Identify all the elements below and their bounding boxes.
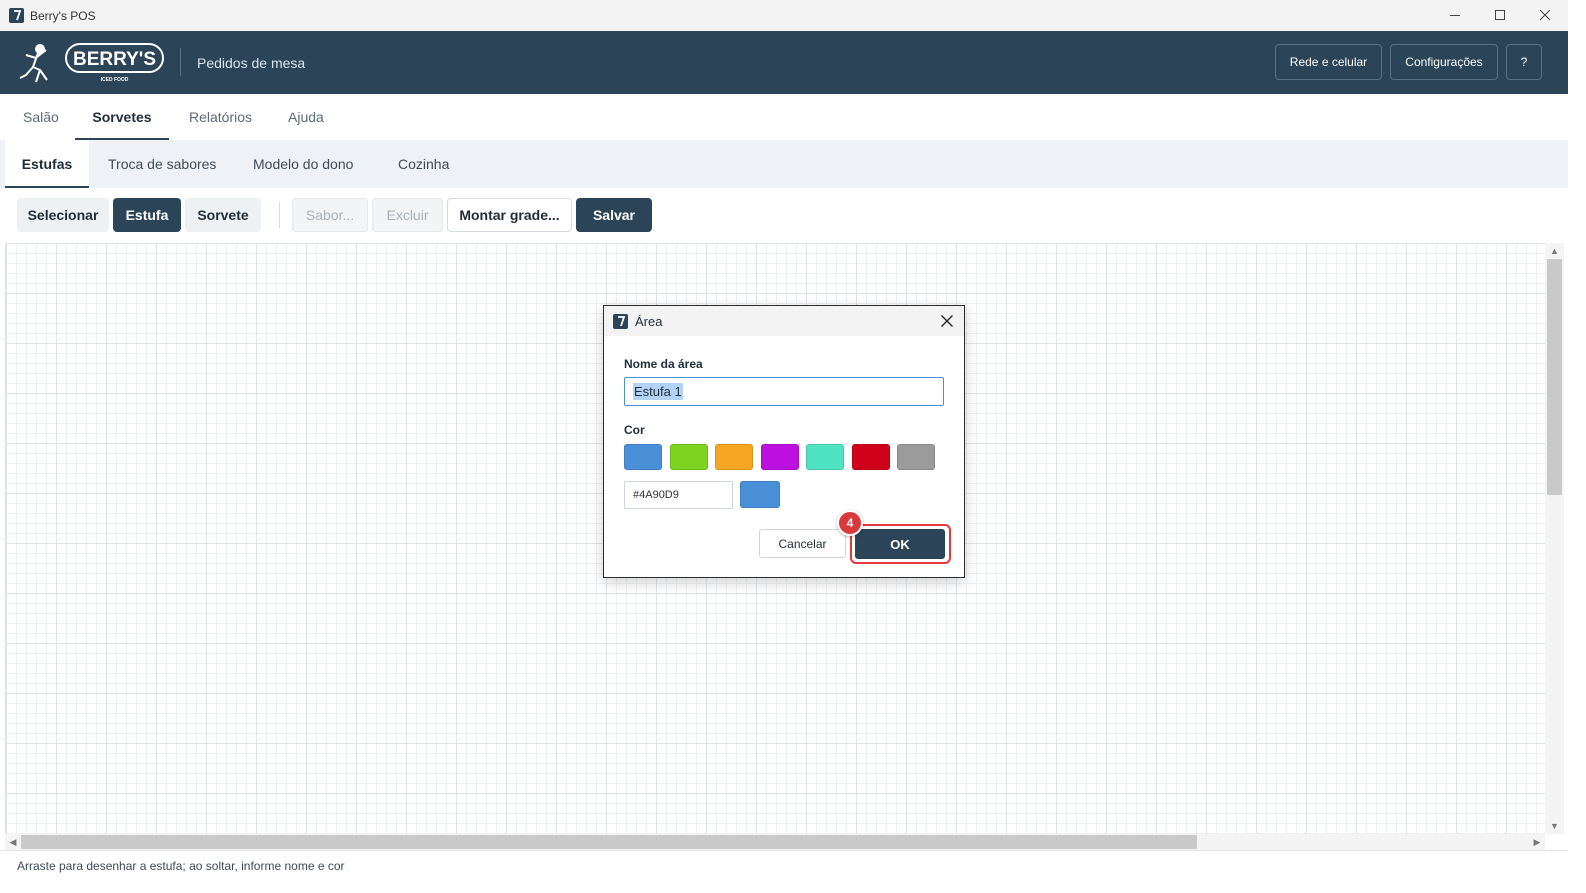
sabor-button[interactable]: Sabor... <box>292 198 368 232</box>
tab-sorvetes[interactable]: Sorvetes <box>75 94 169 140</box>
header-subtitle: Pedidos de mesa <box>197 55 306 71</box>
app-header: BERRY'S ICED FOOD Pedidos de mesa Rede e… <box>0 31 1568 94</box>
color-label: Cor <box>624 423 645 437</box>
color-swatch-green[interactable] <box>670 444 708 470</box>
main-tabs: Salão Sorvetes Relatórios Ajuda <box>0 94 1568 140</box>
close-icon[interactable] <box>1523 0 1568 31</box>
color-preview-swatch[interactable] <box>740 481 780 508</box>
ok-button[interactable]: OK <box>855 529 945 559</box>
minimize-icon[interactable] <box>1433 0 1478 31</box>
network-button[interactable]: Rede e celular <box>1275 44 1382 80</box>
step-badge: 4 <box>837 510 863 536</box>
berrys-logo: BERRY'S ICED FOOD <box>16 40 166 86</box>
color-swatch-teal[interactable] <box>806 444 844 470</box>
color-swatch-red[interactable] <box>852 444 890 470</box>
color-swatch-orange[interactable] <box>715 444 753 470</box>
subtab-troca-de-sabores[interactable]: Troca de sabores <box>108 140 216 188</box>
logo-wordmark: BERRY'S <box>73 49 156 70</box>
select-tool-button[interactable]: Selecionar <box>17 198 109 232</box>
scroll-right-icon[interactable]: ▶ <box>1529 834 1545 850</box>
settings-button[interactable]: Configurações <box>1390 44 1498 80</box>
color-swatch-blue[interactable] <box>624 444 662 470</box>
subtab-estufas[interactable]: Estufas <box>5 140 89 188</box>
area-name-input[interactable]: Estufa 1 <box>624 377 944 406</box>
color-swatch-purple[interactable] <box>761 444 799 470</box>
logo-tagline: ICED FOOD <box>101 77 129 83</box>
subtab-cozinha[interactable]: Cozinha <box>398 140 449 188</box>
status-bar: Arraste para desenhar a estufa; ao solta… <box>0 850 1568 880</box>
dialog-close-icon[interactable] <box>936 310 958 332</box>
estufa-tool-button[interactable]: Estufa <box>113 198 181 232</box>
window-controls <box>1433 0 1568 31</box>
tab-ajuda[interactable]: Ajuda <box>288 94 324 140</box>
toolbar-separator <box>279 202 280 228</box>
vertical-scrollbar[interactable]: ▲ ▼ <box>1545 243 1564 834</box>
tab-salao[interactable]: Salão <box>23 94 59 140</box>
scroll-left-icon[interactable]: ◀ <box>5 834 21 850</box>
horizontal-scroll-thumb[interactable] <box>21 835 1197 849</box>
subtab-modelo-do-dono[interactable]: Modelo do dono <box>253 140 353 188</box>
help-button[interactable]: ? <box>1506 44 1542 80</box>
hex-color-input[interactable]: #4A90D9 <box>624 481 733 509</box>
montar-grade-button[interactable]: Montar grade... <box>447 198 572 232</box>
sorvete-tool-button[interactable]: Sorvete <box>185 198 261 232</box>
area-name-value: Estufa 1 <box>633 383 683 400</box>
maximize-icon[interactable] <box>1478 0 1523 31</box>
horizontal-scrollbar[interactable]: ◀ ▶ <box>5 834 1545 850</box>
editor-toolbar: Selecionar Estufa Sorvete Sabor... Exclu… <box>0 188 1568 243</box>
salvar-button[interactable]: Salvar <box>576 198 652 232</box>
header-divider <box>180 48 181 76</box>
app-icon <box>9 8 24 23</box>
area-dialog: Área Nome da área Estufa 1 Cor #4A90D9 C… <box>603 305 965 578</box>
tab-relatorios[interactable]: Relatórios <box>189 94 252 140</box>
sub-tabs: Estufas Troca de sabores Modelo do dono … <box>0 140 1568 188</box>
scroll-up-icon[interactable]: ▲ <box>1545 243 1564 259</box>
dialog-title: Área <box>635 313 663 329</box>
dialog-titlebar: Área <box>604 306 964 336</box>
cancel-button[interactable]: Cancelar <box>759 529 846 558</box>
status-text: Arraste para desenhar a estufa; ao solta… <box>17 858 345 873</box>
dialog-app-icon <box>613 313 628 329</box>
color-swatch-gray[interactable] <box>897 444 935 470</box>
vertical-scroll-thumb[interactable] <box>1547 259 1562 495</box>
excluir-button[interactable]: Excluir <box>372 198 443 232</box>
name-label: Nome da área <box>624 357 703 371</box>
scroll-down-icon[interactable]: ▼ <box>1545 818 1564 834</box>
window-titlebar: Berry's POS <box>0 0 1568 31</box>
window-title: Berry's POS <box>30 8 96 23</box>
